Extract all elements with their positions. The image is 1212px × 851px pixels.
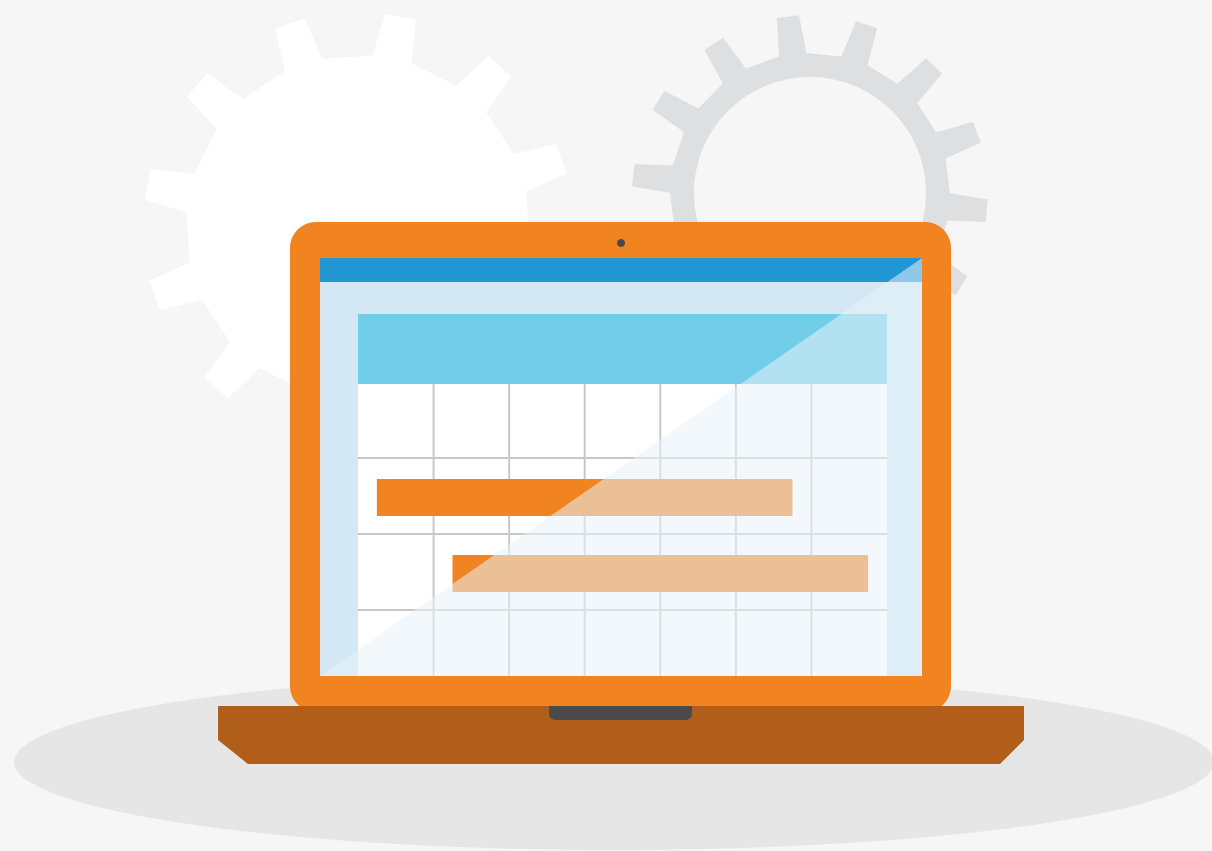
illustration	[0, 0, 1212, 851]
laptop-screen	[320, 258, 922, 676]
webcam-icon	[617, 239, 625, 247]
trackpad-notch	[549, 706, 692, 720]
illustration-canvas	[14, 13, 1212, 850]
screen-title-bar	[320, 258, 922, 282]
